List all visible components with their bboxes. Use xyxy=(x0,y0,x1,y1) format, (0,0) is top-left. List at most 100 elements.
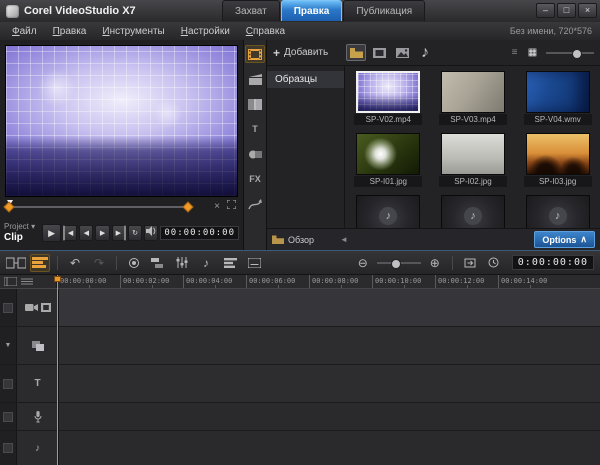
title-track-header[interactable]: T xyxy=(17,365,59,402)
scrubber-track[interactable] xyxy=(8,206,192,208)
clip-mode-label[interactable]: Clip xyxy=(4,232,42,243)
media-icon[interactable] xyxy=(245,45,265,63)
timeline-zoom-slider[interactable] xyxy=(377,255,421,271)
video-track-body[interactable] xyxy=(59,289,600,326)
title-track-toggle[interactable] xyxy=(0,365,17,402)
tab-capture[interactable]: Захват xyxy=(222,0,280,21)
play-button[interactable]: ▶ xyxy=(42,224,61,242)
repeat-button[interactable]: ↻ xyxy=(128,225,142,241)
zoom-out-icon[interactable]: ⊖ xyxy=(353,254,373,272)
ruler-scale[interactable]: 00:00:00:00 00:00:02:00 00:00:04:00 00:0… xyxy=(57,275,600,288)
options-button[interactable]: Options ∧ xyxy=(534,231,595,248)
thumbnail-video[interactable] xyxy=(441,71,505,113)
timeline-timecode[interactable]: 0:00:00:00 xyxy=(512,255,594,270)
slider-thumb[interactable] xyxy=(391,259,401,269)
scroll-left-icon[interactable]: ◄ xyxy=(340,235,348,244)
close-button[interactable]: × xyxy=(578,3,597,18)
library-item[interactable]: SP-V04.wmv xyxy=(524,71,592,125)
library-item[interactable]: ♪ xyxy=(524,195,592,228)
project-mode-label[interactable]: Project xyxy=(4,222,29,231)
voice-track-header[interactable] xyxy=(17,403,59,430)
next-frame-button[interactable]: ▶ xyxy=(95,225,109,241)
thumbnail-audio[interactable]: ♪ xyxy=(356,195,420,228)
maximize-button[interactable]: □ xyxy=(557,3,576,18)
delete-clip-icon[interactable]: × xyxy=(214,200,220,214)
title-track-body[interactable] xyxy=(59,365,600,402)
ripple-edit-icon[interactable] xyxy=(148,254,168,272)
minimize-button[interactable]: – xyxy=(536,3,555,18)
timeline-ruler[interactable]: 00:00:00:00 00:00:02:00 00:00:04:00 00:0… xyxy=(0,275,600,289)
auto-music-icon[interactable]: ♪ xyxy=(196,254,216,272)
record-capture-icon[interactable] xyxy=(124,254,144,272)
redo-button[interactable]: ↷ xyxy=(89,254,109,272)
subtitle-editor-icon[interactable] xyxy=(244,254,264,272)
transition-icon[interactable] xyxy=(245,95,265,113)
sound-mixer-icon[interactable] xyxy=(172,254,192,272)
thumbnail-photo[interactable] xyxy=(441,133,505,175)
timeline-view-icon[interactable] xyxy=(30,254,50,272)
library-item[interactable]: SP-I03.jpg xyxy=(524,133,592,187)
instant-project-icon[interactable] xyxy=(245,70,265,88)
list-view-icon[interactable]: ≡ xyxy=(507,45,522,61)
menu-edit[interactable]: Правка xyxy=(45,26,95,37)
all-media-filter-icon[interactable] xyxy=(346,44,366,61)
tab-edit[interactable]: Правка xyxy=(281,0,343,21)
video-track-header[interactable] xyxy=(17,289,59,326)
music-track-header[interactable]: ♪ xyxy=(17,431,59,465)
zoom-in-icon[interactable]: ⊕ xyxy=(425,254,445,272)
thumbnail-photo[interactable] xyxy=(526,133,590,175)
video-track-toggle[interactable] xyxy=(0,289,17,326)
preview-scrubber[interactable]: × xyxy=(5,200,236,214)
mode-dropdown-icon[interactable]: ▾ xyxy=(31,222,35,231)
project-clip-toggle[interactable]: Project ▾ Clip xyxy=(4,223,42,243)
menu-file[interactable]: Файл xyxy=(4,26,45,37)
photo-filter-icon[interactable] xyxy=(392,44,412,61)
thumbnail-audio[interactable]: ♪ xyxy=(441,195,505,228)
menu-help[interactable]: Справка xyxy=(238,26,293,37)
overlay-track-header[interactable] xyxy=(17,327,59,364)
thumbnail-audio[interactable]: ♪ xyxy=(526,195,590,228)
voice-track-body[interactable] xyxy=(59,403,600,430)
track-manager-icon[interactable] xyxy=(220,254,240,272)
library-item[interactable]: SP-I02.jpg xyxy=(439,133,507,187)
trim-end-marker[interactable] xyxy=(182,201,193,212)
playhead-handle[interactable] xyxy=(54,276,61,282)
library-item[interactable]: SP-V03.mp4 xyxy=(439,71,507,125)
graphic-icon[interactable] xyxy=(245,145,265,163)
expand-tracks-button[interactable]: ▼ xyxy=(0,327,17,364)
thumbnail-video[interactable] xyxy=(526,71,590,113)
music-track-toggle[interactable] xyxy=(0,431,17,465)
video-filter-icon[interactable] xyxy=(369,44,389,61)
library-item[interactable]: ♪ xyxy=(439,195,507,228)
voice-track-toggle[interactable] xyxy=(0,403,17,430)
library-item[interactable]: SP-I01.jpg xyxy=(354,133,422,187)
tab-share[interactable]: Публикация xyxy=(343,0,425,21)
audio-filter-icon[interactable]: ♪ xyxy=(415,44,435,61)
end-button[interactable]: ▶ xyxy=(112,225,126,241)
browse-button[interactable]: Обзор xyxy=(272,235,314,245)
overlay-track-body[interactable] xyxy=(59,327,600,364)
project-duration-icon[interactable] xyxy=(484,254,504,272)
menu-tools[interactable]: Инструменты xyxy=(94,26,172,37)
menu-settings[interactable]: Настройки xyxy=(173,26,238,37)
add-folder-button[interactable]: + Добавить xyxy=(273,46,343,60)
motion-path-icon[interactable] xyxy=(245,195,265,213)
previous-frame-button[interactable]: ◀ xyxy=(79,225,93,241)
thumbnail-size-slider[interactable] xyxy=(546,45,594,61)
show-all-tracks-icon[interactable] xyxy=(4,277,17,286)
thumbnail-video[interactable] xyxy=(356,71,420,113)
folder-item-samples[interactable]: Образцы xyxy=(267,71,344,88)
home-button[interactable]: ◀ xyxy=(63,225,77,241)
track-scroll-icon[interactable] xyxy=(21,277,33,286)
timeline-playhead[interactable] xyxy=(57,275,58,465)
library-item[interactable]: ♪ xyxy=(354,195,422,228)
music-track-body[interactable] xyxy=(59,431,600,465)
slider-thumb[interactable] xyxy=(572,49,582,59)
preview-timecode[interactable]: 00:00:00:00 xyxy=(160,226,239,240)
enlarge-preview-icon[interactable] xyxy=(227,200,236,214)
fit-project-icon[interactable] xyxy=(460,254,480,272)
volume-button[interactable] xyxy=(144,225,158,241)
undo-button[interactable]: ↶ xyxy=(65,254,85,272)
thumbnail-photo[interactable] xyxy=(356,133,420,175)
thumbnail-view-icon[interactable]: ▦ xyxy=(525,45,540,61)
